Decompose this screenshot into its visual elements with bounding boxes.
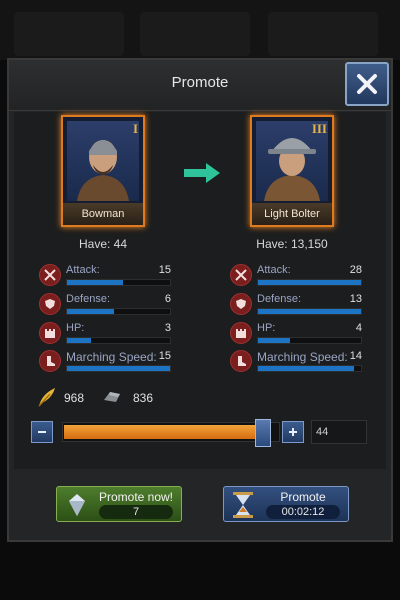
- attack-icon: [230, 264, 252, 286]
- stat-label: Defense:: [257, 293, 302, 305]
- stat-bar-fill: [258, 338, 290, 343]
- to-unit-name: Light Bolter: [252, 203, 332, 225]
- stat-marching-speed: Marching Speed: 15: [39, 350, 171, 374]
- feather-icon: [38, 388, 55, 407]
- stat-label: Defense:: [66, 293, 111, 305]
- stat-value: 14: [349, 350, 362, 362]
- stat-value: 15: [158, 264, 171, 276]
- stat-bar-fill: [67, 309, 115, 314]
- stat-bar-fill: [67, 338, 91, 343]
- stat-attack: Attack: 28: [230, 264, 362, 288]
- stat-defense: Defense: 6: [39, 293, 171, 317]
- stat-defense: Defense: 13: [230, 293, 362, 317]
- stat-bar-fill: [67, 280, 123, 285]
- promote-now-button[interactable]: Promote now! 7: [56, 486, 182, 522]
- promote-now-cost: 7: [99, 505, 173, 519]
- dialog-title: Promote: [171, 74, 229, 91]
- stat-marching-speed: Marching Speed: 14: [230, 350, 362, 374]
- stat-bar-fill: [258, 366, 354, 371]
- stat-label: HP:: [257, 322, 276, 334]
- stat-bar: [66, 365, 171, 372]
- stat-value: 15: [158, 350, 171, 362]
- stat-label: HP:: [66, 322, 85, 334]
- promote-now-label: Promote now!: [98, 490, 174, 504]
- to-unit-have: Have: 13,150: [256, 237, 328, 251]
- shield-icon: [230, 293, 252, 315]
- feather-count: 968: [64, 391, 85, 405]
- castle-icon: [230, 322, 252, 344]
- stat-hp: HP: 4: [230, 322, 362, 346]
- shield-icon: [39, 293, 61, 315]
- castle-icon: [39, 322, 61, 344]
- gem-icon: [69, 494, 85, 516]
- title-bar: Promote: [9, 60, 391, 111]
- stat-label: Attack:: [257, 264, 291, 276]
- increase-button[interactable]: [282, 421, 304, 443]
- stat-value: 4: [355, 322, 362, 334]
- promote-label: Promote: [280, 490, 326, 504]
- stat-hp: HP: 3: [39, 322, 171, 346]
- to-unit-card[interactable]: III Light Bolter: [250, 115, 334, 227]
- arrow-right-icon: [184, 163, 220, 183]
- stat-value: 13: [349, 293, 362, 305]
- stat-bar: [66, 279, 171, 286]
- background-thumbnail: [140, 12, 250, 56]
- background-strip: [0, 0, 400, 60]
- iron-icon: [104, 392, 120, 402]
- close-icon: [357, 74, 377, 94]
- stat-label: Attack:: [66, 264, 100, 276]
- stat-bar: [66, 337, 171, 344]
- stat-bar-fill: [67, 366, 170, 371]
- bowman-portrait: [67, 121, 139, 201]
- stat-attack: Attack: 15: [39, 264, 171, 288]
- tier-badge: III: [311, 121, 327, 136]
- boot-icon: [230, 350, 252, 372]
- promote-button[interactable]: Promote 00:02:12: [223, 486, 349, 522]
- stat-label: Marching Speed:: [257, 350, 348, 364]
- slider-fill: [64, 425, 264, 439]
- stat-value: 3: [164, 322, 171, 334]
- minus-icon: [38, 431, 46, 433]
- stat-value: 28: [349, 264, 362, 276]
- stat-bar-fill: [258, 280, 361, 285]
- stat-bar: [257, 279, 362, 286]
- content-area: I Bowman III Light Bolter Have: 44 Have:…: [14, 112, 386, 469]
- stat-bar: [257, 337, 362, 344]
- background-thumbnail: [268, 12, 378, 56]
- stat-label: Marching Speed:: [66, 350, 157, 364]
- quantity-input[interactable]: 44: [311, 420, 367, 444]
- quantity-slider[interactable]: [62, 419, 280, 447]
- promote-time: 00:02:12: [266, 505, 340, 519]
- boot-icon: [39, 350, 61, 372]
- decrease-button[interactable]: [31, 421, 53, 443]
- slider-handle[interactable]: [255, 419, 271, 447]
- from-unit-name: Bowman: [63, 203, 143, 225]
- stat-value: 6: [164, 293, 171, 305]
- plus-icon: [289, 428, 297, 436]
- from-unit-card[interactable]: I Bowman: [61, 115, 145, 227]
- stat-bar: [257, 365, 362, 372]
- attack-icon: [39, 264, 61, 286]
- iron-count: 836: [133, 391, 154, 405]
- from-unit-have: Have: 44: [78, 237, 128, 251]
- close-button[interactable]: [345, 62, 389, 106]
- stat-bar: [257, 308, 362, 315]
- tier-badge: I: [132, 121, 138, 136]
- stat-bar-fill: [258, 309, 361, 314]
- promote-dialog: Promote I Bowman III Light Bolter Have: …: [7, 58, 393, 542]
- stat-bar: [66, 308, 171, 315]
- hourglass-icon: [233, 492, 253, 518]
- background-thumbnail: [14, 12, 124, 56]
